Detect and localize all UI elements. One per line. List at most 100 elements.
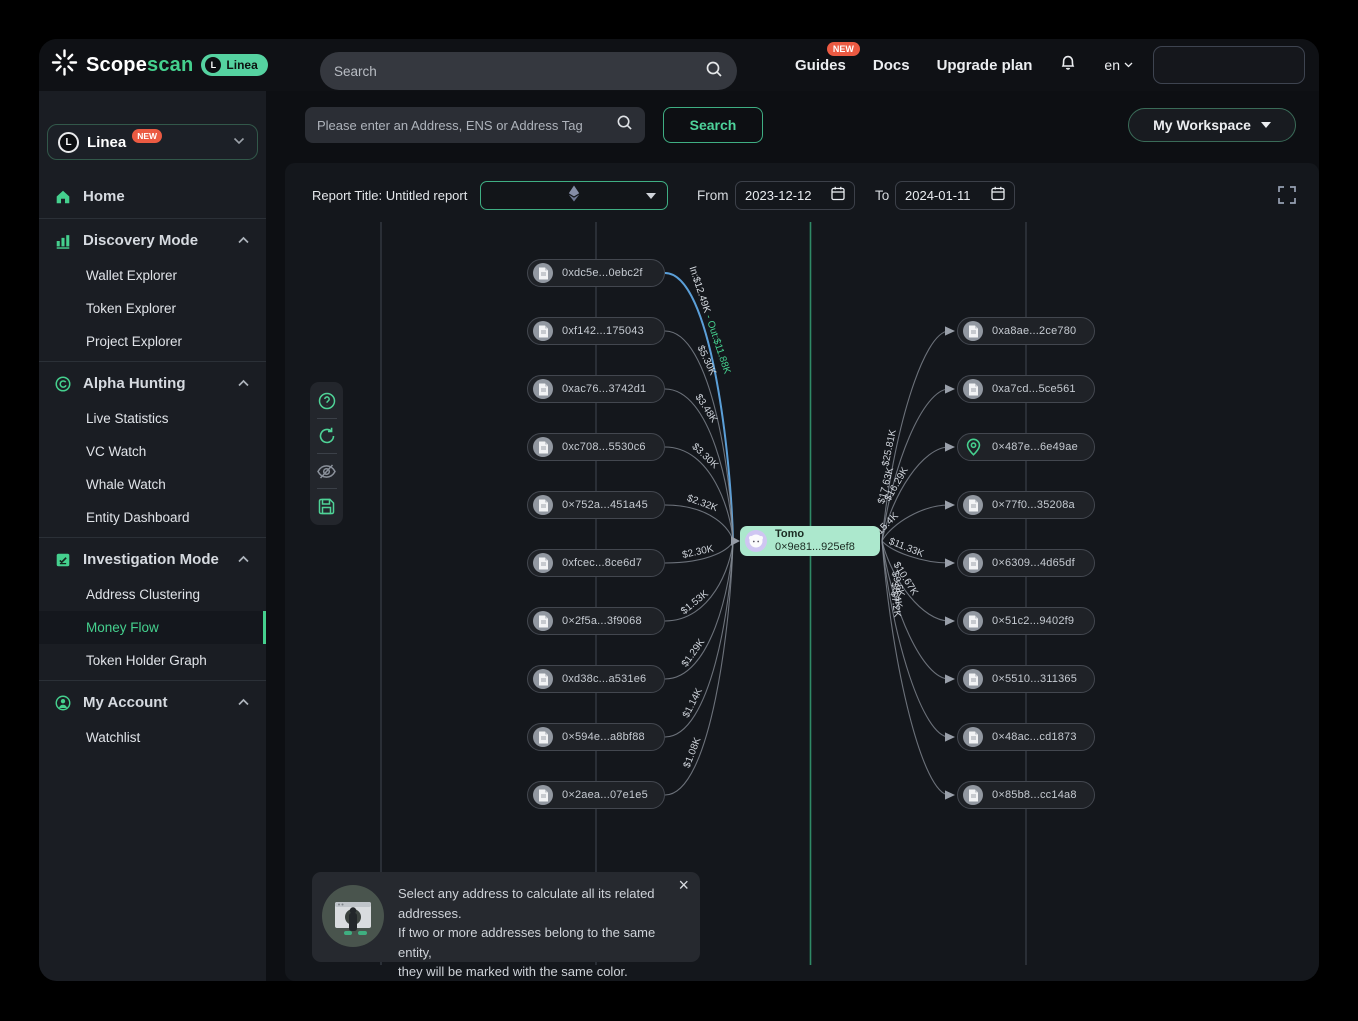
center-node-tomo[interactable]: Tomo 0×9e81...925ef8 bbox=[740, 526, 880, 556]
address-node-left-7[interactable]: 0xd38c...a531e6 bbox=[527, 665, 665, 693]
sidebar-item-watchlist[interactable]: Watchlist bbox=[39, 721, 266, 754]
chevron-down-icon bbox=[646, 193, 656, 199]
sidebar-section-investigation-mode[interactable]: Investigation Mode bbox=[39, 541, 266, 578]
chevron-up-icon bbox=[237, 551, 250, 568]
save-icon[interactable] bbox=[316, 495, 338, 517]
address-node-right-5[interactable]: 0×51c2...9402f9 bbox=[957, 607, 1095, 635]
address-node-left-8[interactable]: 0×594e...a8bf88 bbox=[527, 723, 665, 751]
nav-guides[interactable]: NEWGuides bbox=[795, 57, 846, 74]
language-selector[interactable]: en bbox=[1104, 57, 1133, 73]
brand[interactable]: Scopescan L Linea bbox=[51, 39, 268, 91]
token-selector-dropdown[interactable] bbox=[480, 181, 668, 210]
search-icon[interactable] bbox=[705, 60, 723, 83]
document-icon bbox=[533, 553, 553, 573]
address-node-right-2[interactable]: 0×487e...6e49ae bbox=[957, 433, 1095, 461]
address-node-left-9[interactable]: 0×2aea...07e1e5 bbox=[527, 781, 665, 809]
address-node-right-6[interactable]: 0×5510...311365 bbox=[957, 665, 1095, 693]
nav-docs[interactable]: Docs bbox=[873, 57, 910, 74]
address-node-left-2[interactable]: 0xac76...3742d1 bbox=[527, 375, 665, 403]
new-badge: NEW bbox=[132, 129, 162, 143]
address-label: 0×594e...a8bf88 bbox=[562, 731, 645, 743]
document-icon bbox=[963, 495, 983, 515]
screen: { "header": { "brand": {"name_primary": … bbox=[0, 0, 1358, 1021]
address-label: 0×5510...311365 bbox=[992, 673, 1077, 685]
divider bbox=[317, 418, 337, 419]
address-label: 0×48ac...cd1873 bbox=[992, 731, 1077, 743]
address-node-right-4[interactable]: 0×6309...4d65df bbox=[957, 549, 1095, 577]
help-icon[interactable] bbox=[316, 390, 338, 412]
search-icon[interactable] bbox=[616, 114, 633, 136]
refresh-icon[interactable] bbox=[316, 425, 338, 447]
address-node-right-3[interactable]: 0×77f0...35208a bbox=[957, 491, 1095, 519]
hint-line: Select any address to calculate all its … bbox=[398, 884, 686, 923]
address-search-input[interactable] bbox=[317, 118, 616, 133]
address-node-right-0[interactable]: 0xa8ae...2ce780 bbox=[957, 317, 1095, 345]
nav-upgrade-plan[interactable]: Upgrade plan bbox=[937, 57, 1033, 74]
brand-name: Scopescan bbox=[86, 54, 193, 77]
document-icon bbox=[533, 669, 553, 689]
address-label: 0xf142...175043 bbox=[562, 325, 644, 337]
sidebar-item-token-explorer[interactable]: Token Explorer bbox=[39, 292, 266, 325]
document-icon bbox=[533, 321, 553, 341]
sidebar-item-wallet-explorer[interactable]: Wallet Explorer bbox=[39, 259, 266, 292]
to-date-picker[interactable]: 2024-01-11 bbox=[895, 181, 1015, 210]
sidebar-item-project-explorer[interactable]: Project Explorer bbox=[39, 325, 266, 358]
calendar-icon bbox=[991, 186, 1005, 206]
global-search bbox=[320, 52, 737, 90]
eye-off-icon[interactable] bbox=[316, 460, 338, 482]
graph-toolbar bbox=[310, 382, 343, 525]
top-bar: Scopescan L Linea NEWGuides Docs Upgrade… bbox=[39, 39, 1319, 91]
chevron-up-icon bbox=[237, 232, 250, 249]
my-workspace-button[interactable]: My Workspace bbox=[1128, 108, 1296, 142]
from-label: From bbox=[697, 188, 729, 203]
sidebar-item-address-clustering[interactable]: Address Clustering bbox=[39, 578, 266, 611]
global-search-input[interactable] bbox=[334, 64, 705, 79]
document-icon bbox=[533, 379, 553, 399]
address-node-right-7[interactable]: 0×48ac...cd1873 bbox=[957, 723, 1095, 751]
sidebar-section-home[interactable]: Home bbox=[39, 178, 266, 215]
sidebar-section-my-account[interactable]: My Account bbox=[39, 684, 266, 721]
address-node-left-5[interactable]: 0xfcec...8ce6d7 bbox=[527, 549, 665, 577]
bar-chart-icon bbox=[53, 231, 72, 250]
sidebar-item-vc-watch[interactable]: VC Watch bbox=[39, 435, 266, 468]
address-node-left-3[interactable]: 0xc708...5530c6 bbox=[527, 433, 665, 461]
sidebar-item-entity-dashboard[interactable]: Entity Dashboard bbox=[39, 501, 266, 534]
address-node-left-4[interactable]: 0×752a...451a45 bbox=[527, 491, 665, 519]
address-node-left-1[interactable]: 0xf142...175043 bbox=[527, 317, 665, 345]
hint-line: they will be marked with the same color. bbox=[398, 962, 686, 981]
hint-line: If two or more addresses belong to the s… bbox=[398, 923, 686, 962]
address-node-right-8[interactable]: 0×85b8...cc14a8 bbox=[957, 781, 1095, 809]
linea-logo-icon: L bbox=[58, 132, 79, 153]
address-node-right-1[interactable]: 0xa7cd...5ce561 bbox=[957, 375, 1095, 403]
document-icon bbox=[533, 611, 553, 631]
divider bbox=[39, 537, 266, 538]
bell-icon[interactable] bbox=[1059, 53, 1077, 77]
fullscreen-icon[interactable] bbox=[1277, 185, 1297, 205]
address-label: 0×77f0...35208a bbox=[992, 499, 1075, 511]
address-label: 0xd38c...a531e6 bbox=[562, 673, 646, 685]
search-button[interactable]: Search bbox=[663, 107, 763, 143]
address-label: 0xdc5e...0ebc2f bbox=[562, 267, 643, 279]
target-icon bbox=[53, 374, 72, 393]
home-icon bbox=[53, 187, 72, 206]
sidebar-section-discovery-mode[interactable]: Discovery Mode bbox=[39, 222, 266, 259]
address-label: 0×487e...6e49ae bbox=[992, 441, 1078, 453]
divider bbox=[39, 218, 266, 219]
address-label: 0×51c2...9402f9 bbox=[992, 615, 1074, 627]
sidebar-item-whale-watch[interactable]: Whale Watch bbox=[39, 468, 266, 501]
network-selector[interactable]: L Linea NEW bbox=[47, 124, 258, 160]
sidebar-item-live-statistics[interactable]: Live Statistics bbox=[39, 402, 266, 435]
account-icon bbox=[53, 693, 72, 712]
sidebar-item-token-holder-graph[interactable]: Token Holder Graph bbox=[39, 644, 266, 677]
address-node-left-0[interactable]: 0xdc5e...0ebc2f bbox=[527, 259, 665, 287]
from-date-picker[interactable]: 2023-12-12 bbox=[735, 181, 855, 210]
wallet-connect-box[interactable] bbox=[1153, 46, 1305, 84]
chevron-up-icon bbox=[237, 375, 250, 392]
to-label: To bbox=[875, 188, 889, 203]
address-node-left-6[interactable]: 0×2f5a...3f9068 bbox=[527, 607, 665, 635]
sidebar-section-alpha-hunting[interactable]: Alpha Hunting bbox=[39, 365, 266, 402]
sidebar-item-money-flow[interactable]: Money Flow bbox=[39, 611, 266, 644]
address-label: 0×2f5a...3f9068 bbox=[562, 615, 642, 627]
document-icon bbox=[533, 263, 553, 283]
close-icon[interactable]: × bbox=[678, 876, 689, 894]
